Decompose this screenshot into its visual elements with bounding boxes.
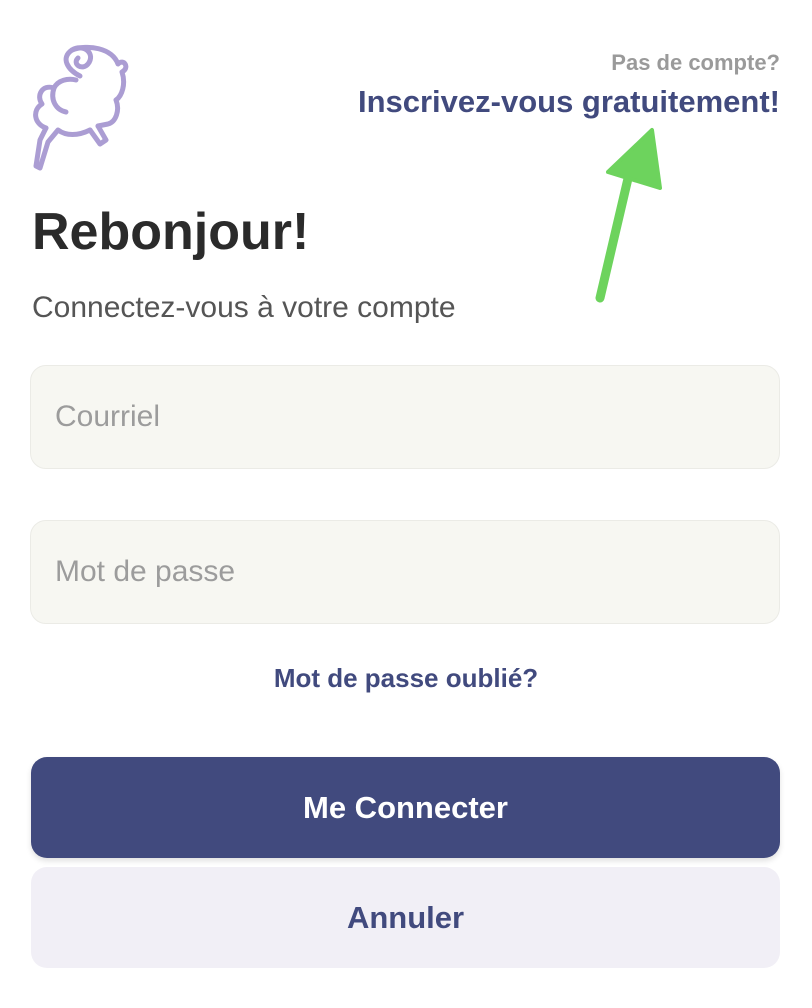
login-button[interactable]: Me Connecter [31, 757, 780, 858]
page-title: Rebonjour! [32, 203, 310, 261]
green-arrow-icon [595, 128, 662, 303]
signup-prompt: Pas de compte? [611, 50, 780, 75]
login-screen: Pas de compte? Inscrivez-vous gratuiteme… [0, 0, 812, 1008]
signup-link[interactable]: Inscrivez-vous gratuitement! [358, 84, 780, 120]
ram-logo-icon [33, 44, 129, 171]
email-field[interactable] [30, 365, 780, 469]
cancel-button[interactable]: Annuler [31, 867, 780, 968]
forgot-password-link[interactable]: Mot de passe oublié? [0, 663, 812, 694]
password-field[interactable] [30, 520, 780, 624]
page-subtitle: Connectez-vous à votre compte [32, 291, 456, 324]
